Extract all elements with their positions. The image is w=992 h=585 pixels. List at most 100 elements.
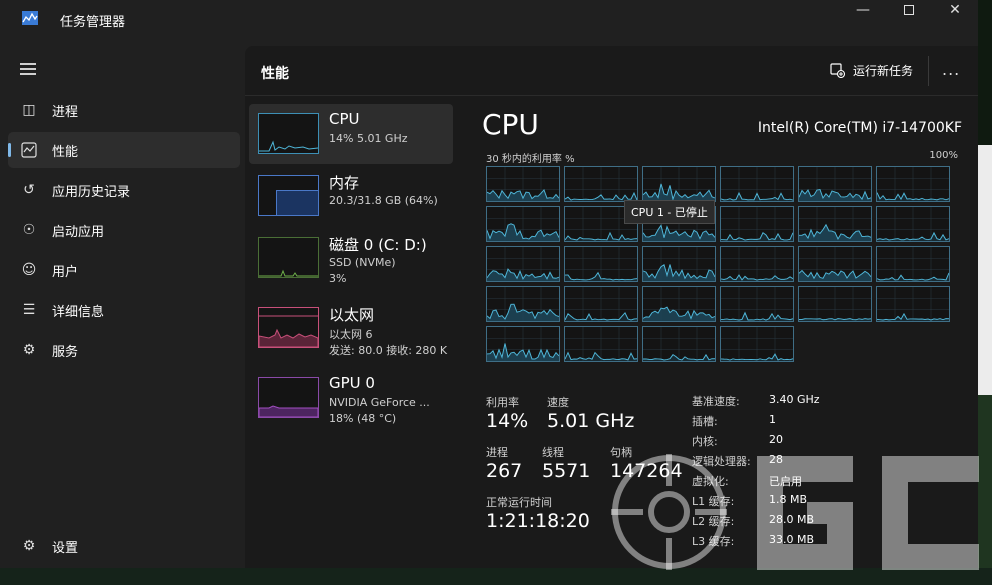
- logical-processor-graphs[interactable]: CPU 1 - 已停止: [486, 166, 958, 364]
- processor-graph[interactable]: [720, 166, 794, 202]
- processor-graph[interactable]: [798, 166, 872, 202]
- nav-item-services[interactable]: ⚙ 服务: [8, 332, 240, 368]
- title-bar[interactable]: 任务管理器 — ✕: [0, 0, 978, 40]
- handles-label: 句柄: [610, 446, 632, 459]
- nav-item-details[interactable]: ☰ 详细信息: [8, 292, 240, 328]
- details-icon: ☰: [22, 302, 36, 318]
- spec-key-l3-cache: L3 缓存:: [692, 535, 735, 548]
- spec-value-l2-cache: 28.0 MB: [769, 513, 815, 526]
- resource-name: GPU 0: [329, 374, 375, 392]
- nav-item-startup-apps[interactable]: ☉ 启动应用: [8, 212, 240, 248]
- processor-graph[interactable]: [642, 166, 716, 202]
- close-button[interactable]: ✕: [932, 0, 978, 20]
- processor-graph[interactable]: [876, 166, 950, 202]
- uptime-value: 1:21:18:20: [486, 510, 590, 532]
- processor-graph[interactable]: [486, 166, 560, 202]
- processes-label: 进程: [486, 446, 508, 459]
- spec-key-l2-cache: L2 缓存:: [692, 515, 735, 528]
- processor-graph[interactable]: [486, 206, 560, 242]
- utilization-graph-max: 100%: [929, 150, 958, 161]
- processor-graph[interactable]: [486, 246, 560, 282]
- performance-icon: [20, 141, 38, 159]
- nav-item-app-history[interactable]: ↺ 应用历史记录: [8, 172, 240, 208]
- spec-key-virtualization: 虚拟化:: [692, 475, 729, 488]
- processor-graph[interactable]: [720, 206, 794, 242]
- spec-value-l1-cache: 1.8 MB: [769, 493, 808, 506]
- resource-detail: 以太网 6: [329, 328, 373, 341]
- resource-item-memory[interactable]: 内存 20.3/31.8 GB (64%): [249, 166, 453, 226]
- resource-detail: 20.3/31.8 GB (64%): [329, 194, 438, 207]
- nav-item-performance[interactable]: 性能: [8, 132, 240, 168]
- nav-item-users[interactable]: ☺ 用户: [8, 252, 240, 288]
- cpu-model-name: Intel(R) Core(TM) i7-14700KF: [757, 120, 962, 136]
- processor-graph[interactable]: [564, 166, 638, 202]
- processor-graph[interactable]: [642, 246, 716, 282]
- spec-value-virtualization: 已启用: [769, 475, 802, 488]
- resource-item-disk[interactable]: 磁盘 0 (C: D:) SSD (NVMe) 3%: [249, 228, 453, 288]
- nav-item-processes[interactable]: ◫ 进程: [8, 92, 240, 128]
- resource-item-ethernet[interactable]: 以太网 以太网 6 发送: 80.0 接收: 280 K: [249, 298, 453, 358]
- processor-graph[interactable]: [720, 246, 794, 282]
- task-manager-app-icon: [22, 11, 38, 25]
- app-history-icon: ↺: [23, 182, 35, 198]
- close-icon: ✕: [949, 2, 961, 18]
- processor-graph[interactable]: [720, 326, 794, 362]
- spec-key-l1-cache: L1 缓存:: [692, 495, 735, 508]
- threads-label: 线程: [542, 446, 564, 459]
- run-new-task-label: 运行新任务: [853, 64, 914, 78]
- processor-graph[interactable]: [876, 246, 950, 282]
- resource-item-gpu[interactable]: GPU 0 NVIDIA GeForce ... 18% (48 °C): [249, 368, 453, 428]
- minimize-button[interactable]: —: [840, 0, 886, 20]
- utilization-graph-label: 30 秒内的利用率 %: [486, 154, 575, 165]
- page-title: 性能: [261, 66, 289, 82]
- performance-panel: 性能 运行新任务 ... CPU 14% 5.01 GHz 内存 20.3/31…: [245, 46, 978, 568]
- desktop-background: [978, 0, 992, 585]
- desktop-wallpaper: [978, 395, 992, 585]
- gear-icon: ⚙: [22, 538, 36, 554]
- uptime-label: 正常运行时间: [486, 496, 552, 509]
- maximize-button[interactable]: [886, 0, 932, 20]
- processor-graph[interactable]: [564, 326, 638, 362]
- utilization-label: 利用率: [486, 396, 519, 409]
- handles-value: 147264: [610, 460, 683, 482]
- nav-item-settings[interactable]: ⚙ 设置: [8, 528, 240, 564]
- spec-value-l3-cache: 33.0 MB: [769, 533, 815, 546]
- services-icon: ⚙: [22, 342, 36, 358]
- users-icon: ☺: [21, 262, 37, 278]
- maximize-icon: [904, 5, 914, 15]
- processor-graph[interactable]: [876, 206, 950, 242]
- resource-name: 磁盘 0 (C: D:): [329, 236, 427, 254]
- resource-item-cpu[interactable]: CPU 14% 5.01 GHz: [249, 104, 453, 164]
- processor-graph[interactable]: [798, 206, 872, 242]
- nav-item-label: 应用历史记录: [52, 184, 131, 200]
- active-indicator: [8, 143, 11, 157]
- processor-graph[interactable]: [876, 286, 950, 322]
- run-new-task-button[interactable]: 运行新任务: [830, 62, 913, 79]
- desktop-wallpaper-bottom: [0, 568, 992, 585]
- processor-graph[interactable]: [564, 286, 638, 322]
- spec-value-cores: 20: [769, 433, 783, 446]
- hamburger-menu-icon[interactable]: [20, 63, 36, 75]
- processor-graph[interactable]: [798, 246, 872, 282]
- processor-graph[interactable]: [798, 286, 872, 322]
- spec-key-base-speed: 基准速度:: [692, 395, 740, 408]
- detail-title: CPU: [482, 108, 539, 141]
- resource-detail: 3%: [329, 272, 347, 285]
- ethernet-mini-graph: [258, 307, 319, 348]
- page-header: 性能 运行新任务 ...: [245, 46, 978, 96]
- processor-graph[interactable]: [720, 286, 794, 322]
- navigation-sidebar: ◫ 进程 性能 ↺ 应用历史记录 ☉ 启动应用 ☺ 用户 ☰ 详细信息 ⚙ 服务…: [0, 48, 245, 568]
- background-window-edge: [978, 145, 992, 395]
- processor-graph[interactable]: [486, 326, 560, 362]
- processor-graph[interactable]: [564, 246, 638, 282]
- resource-detail: 14% 5.01 GHz: [329, 132, 408, 145]
- processes-icon: ◫: [22, 102, 36, 118]
- processor-graph[interactable]: [642, 286, 716, 322]
- processor-graph[interactable]: [642, 326, 716, 362]
- memory-mini-graph: [258, 175, 319, 216]
- window-title: 任务管理器: [60, 15, 126, 30]
- processor-graph[interactable]: [486, 286, 560, 322]
- more-options-button[interactable]: ...: [942, 60, 960, 79]
- header-divider: [928, 56, 929, 86]
- nav-item-label: 性能: [52, 144, 79, 160]
